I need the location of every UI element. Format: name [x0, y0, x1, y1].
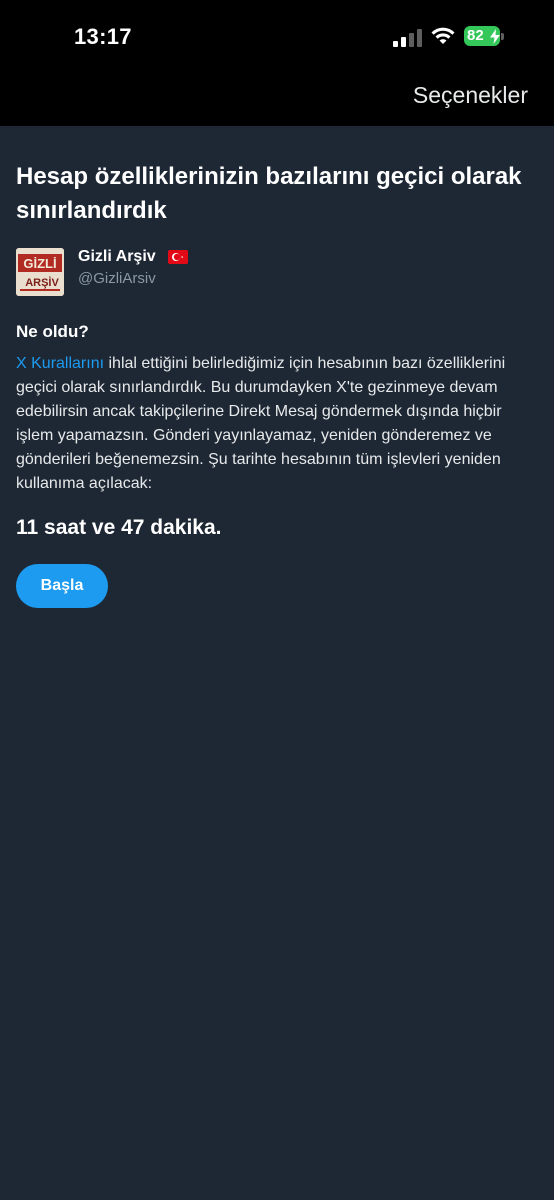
section-title: Ne oldu?	[16, 322, 89, 341]
charging-bolt-icon	[490, 29, 500, 44]
description-text: ihlal ettiğini belirlediğimiz için hesab…	[16, 355, 506, 492]
account-card: GİZLİ ARŞİV Gizli Arşiv @GizliArsiv	[16, 248, 538, 298]
avatar-logo: GİZLİ ARŞİV	[16, 248, 64, 296]
rules-link[interactable]: X Kurallarını	[16, 355, 104, 372]
avatar: GİZLİ ARŞİV	[16, 248, 64, 296]
battery-tip	[501, 33, 504, 40]
top-bar: 13:17 82 Seçenekler	[0, 0, 554, 126]
signal-icon	[393, 29, 422, 47]
avatar-text-bottom: ARŞİV	[25, 276, 59, 289]
avatar-text-top: GİZLİ	[23, 256, 56, 271]
account-name: Gizli Arşiv	[78, 248, 156, 265]
battery-icon: 82	[464, 26, 506, 48]
options-button[interactable]: Seçenekler	[413, 82, 528, 109]
start-button[interactable]: Başla	[16, 564, 108, 608]
page-title: Hesap özelliklerinizin bazılarını geçici…	[16, 163, 522, 224]
turkey-flag-icon	[168, 250, 188, 264]
countdown-text: 11 saat ve 47 dakika.	[16, 516, 222, 539]
restriction-notice: Hesap özelliklerinizin bazılarını geçici…	[16, 160, 538, 608]
status-time: 13:17	[74, 24, 132, 49]
wifi-icon	[431, 27, 455, 44]
account-handle: @GizliArsiv	[78, 270, 156, 287]
restriction-description: X Kurallarını ihlal ettiğini belirlediği…	[16, 352, 538, 496]
